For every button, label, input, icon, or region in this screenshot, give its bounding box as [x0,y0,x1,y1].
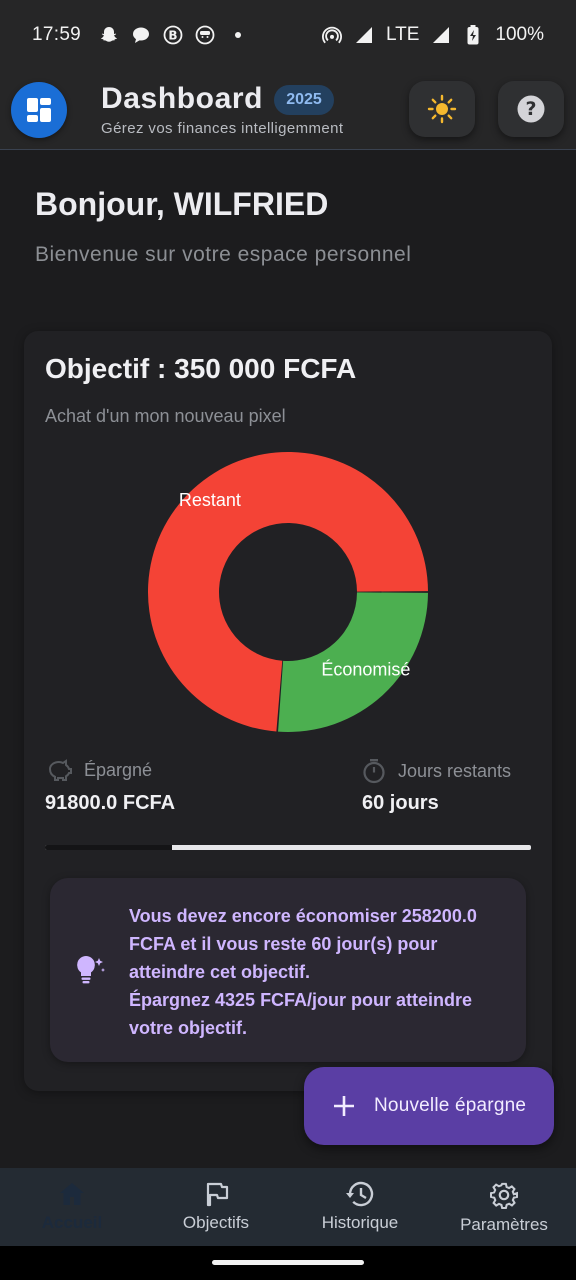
greeting-title: Bonjour, WILFRIED [35,186,329,222]
nav-item-objectifs[interactable]: Objectifs [144,1168,288,1246]
days-label: Jours restants [398,760,512,781]
b-circle-icon: B [163,25,183,45]
nav-label: Paramètres [460,1215,548,1234]
home-icon [60,1183,84,1205]
lightbulb-icon [77,956,105,984]
history-icon [346,1181,374,1207]
signal-icon [354,25,374,45]
new-saving-label: Nouvelle épargne [374,1095,527,1116]
goal-donut-chart: Économisé Restant [148,452,428,732]
nav-label: Objectifs [182,1213,250,1232]
battery-level: 100% [495,24,544,45]
saved-label: Épargné [84,759,153,780]
timer-icon [363,759,385,784]
notification-dot [235,32,242,38]
app-bar: Dashboard 2025 Gérez vos finances intell… [0,70,576,150]
settings-icon [490,1182,518,1209]
status-bar: 17:59 B LTE 100% [0,0,576,70]
donut-label-economise: Économisé [321,659,410,679]
tip-line-1: Vous devez encore économiser 258200.0 FC… [129,906,477,982]
page-subtitle: Gérez vos finances intelligemment [101,120,344,137]
bottom-navigation: Accueil Objectifs Historique Paramètres [0,1168,576,1246]
face-icon [195,25,215,45]
saved-stat-label: Épargné [46,758,152,782]
nav-label: Historique [321,1213,399,1232]
goal-progress-fill [45,845,173,850]
svg-text:B: B [168,29,177,43]
greeting-subtitle: Bienvenue sur votre espace personnel [35,243,412,266]
goal-title: Objectif : 350 000 FCFA [45,353,357,384]
new-saving-button[interactable]: Nouvelle épargne [304,1067,554,1145]
tip-text: Vous devez encore économiser 258200.0 FC… [129,902,513,1042]
help-icon: ? [517,95,545,123]
saved-value: 91800.0 FCFA [45,792,176,814]
battery-charging-icon [463,25,483,45]
flag-icon [206,1182,229,1207]
nav-item-historique[interactable]: Historique [288,1168,432,1246]
svg-text:?: ? [525,98,536,120]
snapchat-icon [99,25,119,45]
nav-item-parametres[interactable]: Paramètres [432,1168,576,1246]
page-title: Dashboard [101,82,264,115]
sun-icon [427,94,457,124]
nav-item-accueil[interactable]: Accueil [0,1168,144,1246]
signal-icon-2 [431,25,451,45]
year-badge: 2025 [274,85,334,115]
plus-icon [334,1096,354,1116]
chat-bubble-icon [131,25,151,45]
goal-progress-bar [45,845,531,850]
goal-description: Achat d'un mon nouveau pixel [45,406,286,426]
days-value: 60 jours [362,792,439,814]
help-button[interactable]: ? [498,81,564,137]
network-type: LTE [385,24,420,45]
theme-toggle-button[interactable] [409,81,475,137]
hotspot-icon [321,25,342,45]
status-time: 17:59 [32,24,82,45]
gesture-handle[interactable] [212,1260,364,1265]
dashboard-logo-icon[interactable] [11,82,67,138]
piggy-bank-icon [48,759,72,781]
days-stat-label: Jours restants [362,758,511,784]
nav-label: Accueil [41,1213,103,1232]
tip-line-2: Épargnez 4325 FCFA/jour pour atteindre v… [129,990,473,1038]
donut-label-restant: Restant [179,490,241,510]
